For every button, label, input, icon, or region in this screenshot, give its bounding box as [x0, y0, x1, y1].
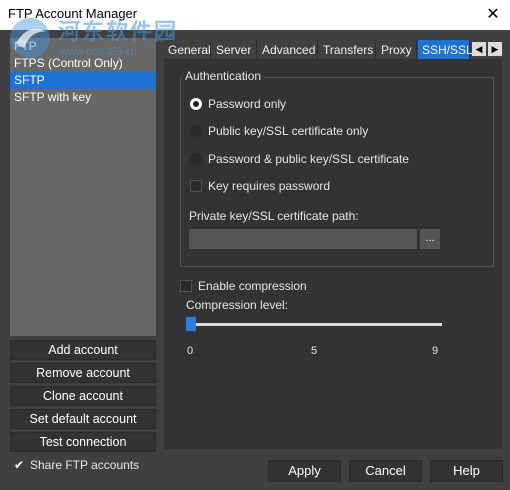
set-default-account-button[interactable]: Set default account	[10, 409, 156, 429]
radio-unchecked-icon	[190, 152, 202, 165]
tab-ssh-ssl[interactable]: SSH/SSL	[418, 40, 473, 60]
slider-tick-0: 0	[187, 345, 194, 357]
window-title: FTP Account Manager	[8, 6, 138, 21]
account-item-sftp-key[interactable]: SFTP with key	[10, 89, 156, 106]
compression-slider-track[interactable]	[188, 323, 442, 326]
checkbox-icon	[190, 179, 202, 192]
compression-level-label: Compression level:	[186, 298, 289, 312]
help-label: Help	[453, 463, 480, 478]
password-and-key-radio[interactable]: Password & public key/SSL certificate	[190, 151, 409, 167]
compression-slider-thumb[interactable]	[186, 317, 196, 331]
close-button[interactable]: ✕	[482, 4, 504, 26]
ftp-account-manager-window: FTP Account Manager ✕ FTP FTPS (Control …	[0, 0, 510, 490]
tab-advanced[interactable]: Advanced	[258, 40, 318, 60]
checkmark-icon: ✔	[14, 458, 25, 472]
remove-account-button[interactable]: Remove account	[10, 363, 156, 383]
account-item-ftp[interactable]: FTP	[10, 38, 156, 55]
tab-general[interactable]: General	[164, 40, 211, 60]
radio-unchecked-icon	[190, 124, 202, 137]
title-bar: FTP Account Manager ✕	[0, 0, 510, 30]
browse-button[interactable]: ...	[420, 229, 440, 249]
enable-compression-label: Enable compression	[198, 278, 307, 293]
slider-tick-5: 5	[311, 345, 318, 357]
slider-tick-9: 9	[432, 345, 439, 357]
test-connection-button[interactable]: Test connection	[10, 432, 156, 452]
clone-account-label: Clone account	[43, 389, 123, 403]
tab-scroll-left-icon[interactable]: ◀	[472, 42, 486, 56]
share-ftp-accounts-checkbox[interactable]: ✔ Share FTP accounts	[14, 457, 139, 473]
ssh-ssl-panel: Authentication Password only Public key/…	[164, 59, 502, 449]
set-default-account-label: Set default account	[29, 412, 137, 426]
test-connection-label: Test connection	[39, 435, 127, 449]
tab-scroll-right-icon[interactable]: ▶	[488, 42, 502, 56]
apply-button[interactable]: Apply	[268, 460, 341, 482]
enable-compression-checkbox[interactable]: Enable compression	[180, 278, 307, 294]
password-and-key-label: Password & public key/SSL certificate	[208, 151, 409, 166]
tab-proxy[interactable]: Proxy	[377, 40, 417, 60]
tab-transfers[interactable]: Transfers	[319, 40, 376, 60]
password-only-radio[interactable]: Password only	[190, 96, 286, 112]
authentication-legend: Authentication	[182, 69, 265, 83]
add-account-button[interactable]: Add account	[10, 340, 156, 360]
key-path-label: Private key/SSL certificate path:	[189, 209, 359, 223]
remove-account-label: Remove account	[36, 366, 130, 380]
public-key-only-label: Public key/SSL certificate only	[208, 123, 369, 138]
key-path-input[interactable]	[189, 229, 417, 249]
password-only-label: Password only	[208, 96, 287, 111]
add-account-label: Add account	[48, 343, 118, 357]
key-requires-password-label: Key requires password	[208, 178, 331, 193]
help-button[interactable]: Help	[430, 460, 503, 482]
cancel-button[interactable]: Cancel	[349, 460, 422, 482]
checkbox-icon	[180, 279, 192, 292]
radio-checked-icon	[190, 97, 202, 110]
share-ftp-accounts-label: Share FTP accounts	[30, 458, 140, 472]
key-requires-password-checkbox[interactable]: Key requires password	[190, 178, 330, 194]
account-item-ftps[interactable]: FTPS (Control Only)	[10, 55, 156, 72]
public-key-only-radio[interactable]: Public key/SSL certificate only	[190, 123, 368, 139]
tab-server[interactable]: Server	[212, 40, 257, 60]
account-list[interactable]: FTP FTPS (Control Only) SFTP SFTP with k…	[10, 38, 156, 336]
clone-account-button[interactable]: Clone account	[10, 386, 156, 406]
account-item-sftp[interactable]: SFTP	[10, 72, 156, 89]
cancel-label: Cancel	[365, 463, 406, 478]
apply-label: Apply	[288, 463, 321, 478]
